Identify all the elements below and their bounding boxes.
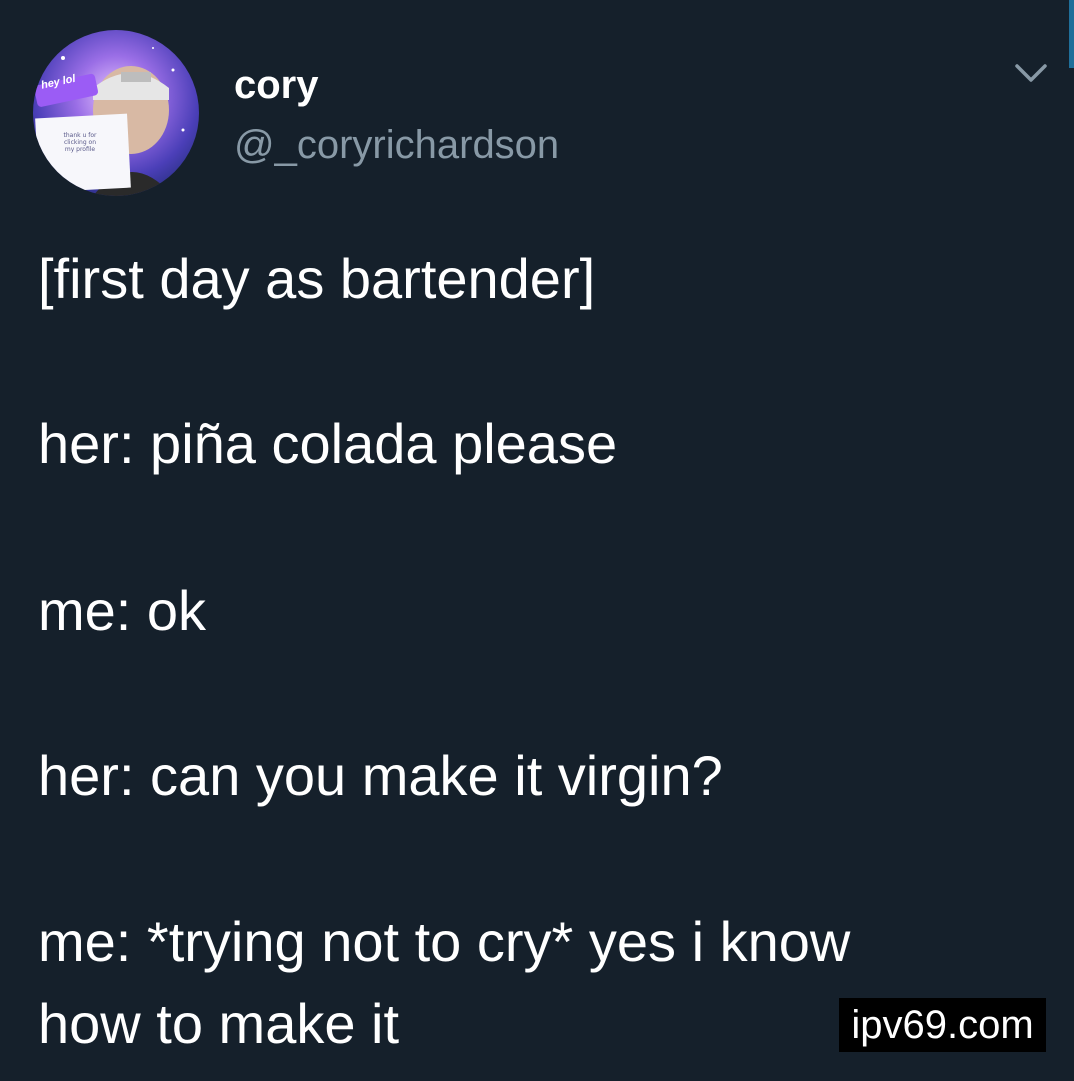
avatar-image [33, 30, 199, 196]
chevron-down-icon[interactable] [1011, 58, 1051, 90]
author-handle[interactable]: @_coryrichardson [234, 120, 559, 170]
tweet-line: me: *trying not to cry* yes i know [38, 910, 851, 973]
tweet-card: hey lol thank u for clicking on my profi… [0, 0, 1074, 1081]
tweet-line: her: can you make it virgin? [38, 744, 723, 807]
tweet-line: [first day as bartender] [38, 247, 596, 310]
tweet-line: how to make it [38, 992, 400, 1055]
tweet-line: me: ok [38, 579, 207, 642]
scrollbar-indicator [1069, 0, 1074, 68]
author-display-name[interactable]: cory [234, 60, 319, 110]
avatar[interactable] [33, 30, 199, 196]
watermark: ipv69.com [839, 998, 1046, 1052]
avatar-note-text: thank u for clicking on my profile [63, 132, 97, 153]
tweet-line: her: piña colada please [38, 412, 618, 475]
